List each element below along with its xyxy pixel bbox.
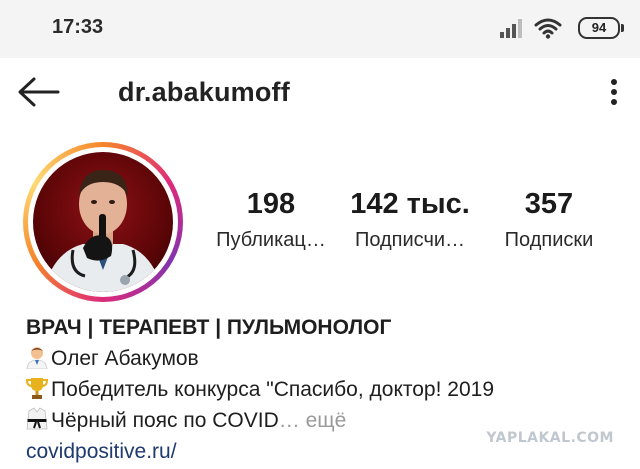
- bio-line-award: Победитель конкурса "Спасибо, доктор! 20…: [26, 374, 626, 405]
- status-time: 17:33: [52, 16, 104, 38]
- martial-arts-uniform-emoji-icon: [26, 407, 48, 430]
- status-icons: 94: [490, 15, 624, 41]
- signal-icon: [500, 19, 522, 38]
- watermark: YAPLAKAL.COM: [486, 430, 614, 446]
- wifi-icon: [534, 18, 562, 39]
- doctor-emoji-icon: [26, 347, 48, 369]
- more-options-button[interactable]: [602, 72, 626, 112]
- followers-label: Подписчи…: [354, 229, 466, 251]
- bio-name-text: Олег Абакумов: [51, 347, 199, 370]
- bio-belt-text: Чёрный пояс по COVID: [51, 409, 279, 432]
- stat-following[interactable]: 357 Подписки: [490, 188, 608, 252]
- profile-header: dr.abakumoff: [0, 58, 640, 128]
- trophy-emoji-icon: [26, 378, 48, 399]
- posts-count: 198: [246, 188, 296, 220]
- back-arrow-icon: [18, 77, 60, 107]
- story-ring[interactable]: [23, 142, 183, 302]
- back-button[interactable]: [14, 72, 64, 112]
- profile-username: dr.abakumoff: [118, 77, 290, 107]
- following-label: Подписки: [504, 229, 594, 251]
- battery-indicator: 94: [578, 17, 624, 39]
- battery-level: 94: [591, 20, 607, 35]
- avatar-portrait: [43, 170, 163, 292]
- profile-avatar[interactable]: [33, 152, 173, 292]
- status-bar: 17:33 94: [0, 0, 640, 58]
- bio-award-text: Победитель конкурса "Спасибо, доктор! 20…: [51, 378, 494, 401]
- bio-more-link[interactable]: ещё: [306, 409, 347, 432]
- bio-title: ВРАЧ | ТЕРАПЕВТ | ПУЛЬМОНОЛОГ: [26, 316, 392, 339]
- bio-ellipsis: …: [278, 409, 300, 432]
- posts-label: Публикац…: [216, 229, 326, 251]
- battery-tip: [621, 24, 624, 32]
- stat-posts[interactable]: 198 Публикац…: [208, 188, 334, 252]
- followers-count: 142 тыс.: [350, 188, 470, 220]
- following-count: 357: [524, 188, 574, 220]
- stat-followers[interactable]: 142 тыс. Подписчи…: [342, 188, 478, 252]
- website-link[interactable]: covidpositive.ru/: [26, 440, 177, 463]
- more-vertical-icon: [611, 79, 617, 105]
- bio-line-name: Олег Абакумов: [26, 343, 626, 374]
